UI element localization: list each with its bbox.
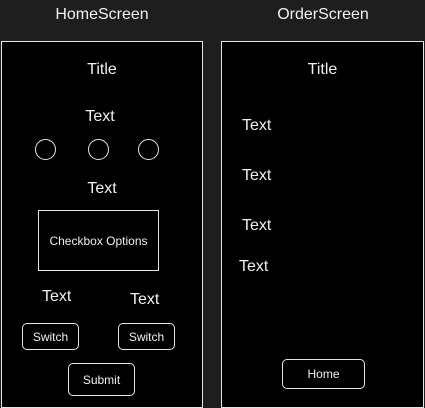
order-screen-frame: Title Text Text Text Text Home <box>221 41 424 408</box>
checkbox-options-label: Checkbox Options <box>49 233 148 248</box>
home-text-2: Text <box>87 180 117 197</box>
switch-right-label: Switch <box>128 329 165 344</box>
order-text-1: Text <box>242 117 272 134</box>
order-text-3: Text <box>242 217 272 234</box>
home-screen-label: HomeScreen <box>55 6 149 23</box>
radio-option-1[interactable] <box>35 139 56 160</box>
radio-option-2[interactable] <box>88 139 109 160</box>
order-title: Title <box>307 61 338 78</box>
home-screen-frame: Title Text Text Checkbox Options Text Te… <box>1 41 203 408</box>
switch-right-button[interactable]: Switch <box>118 323 175 350</box>
switch-left-label: Switch <box>32 329 69 344</box>
home-text-1: Text <box>85 108 115 125</box>
checkbox-options-box[interactable]: Checkbox Options <box>38 210 159 271</box>
home-button-label: Home <box>307 367 340 381</box>
radio-option-3[interactable] <box>138 139 159 160</box>
submit-label: Submit <box>82 372 121 387</box>
home-title: Title <box>87 61 117 78</box>
home-text-right: Text <box>130 291 160 308</box>
home-button[interactable]: Home <box>282 359 365 389</box>
order-text-2: Text <box>242 167 272 184</box>
order-text-4: Text <box>239 258 269 275</box>
submit-button[interactable]: Submit <box>68 363 135 396</box>
order-screen-label: OrderScreen <box>277 6 369 23</box>
home-text-left: Text <box>42 288 72 305</box>
switch-left-button[interactable]: Switch <box>22 323 79 350</box>
